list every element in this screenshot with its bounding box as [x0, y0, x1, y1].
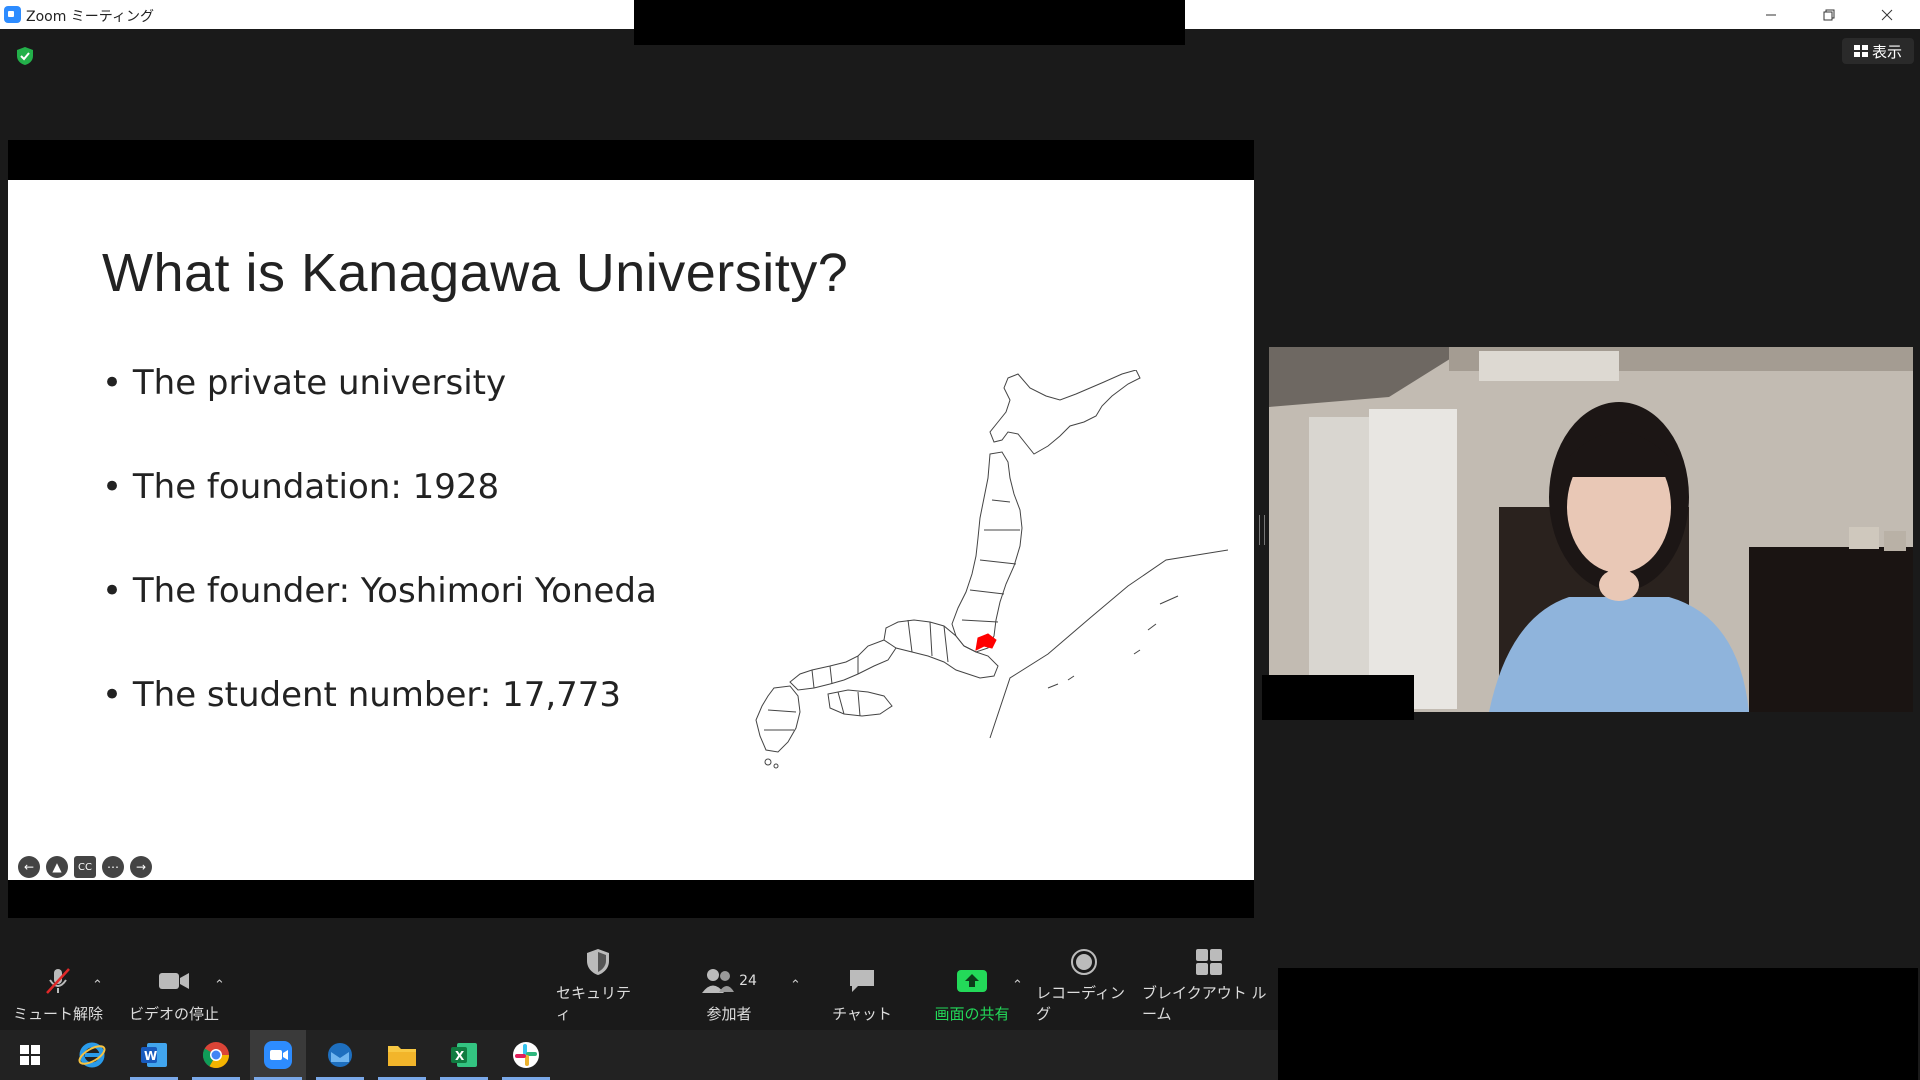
zoom-icon[interactable]	[250, 1030, 306, 1080]
breakout-rooms-icon	[1193, 948, 1225, 976]
windows-taskbar: W X	[0, 1030, 1278, 1080]
minimize-icon	[1766, 14, 1776, 15]
window-title: Zoom ミーティング	[26, 9, 154, 25]
recording-button[interactable]: レコーディング	[1036, 949, 1132, 1030]
slack-icon[interactable]	[498, 1030, 554, 1080]
slide-bullet: The private university	[102, 363, 506, 403]
chat-label: チャット	[832, 1005, 892, 1023]
captions-icon[interactable]: CC	[74, 856, 96, 878]
slide-title: What is Kanagawa University?	[102, 243, 849, 303]
slide-controls: ← ▲ CC ⋯ →	[18, 856, 152, 878]
breakout-rooms-button[interactable]: ブレイクアウト ルーム	[1142, 949, 1276, 1030]
restore-button[interactable]	[1800, 0, 1858, 29]
share-screen-label: 画面の共有	[934, 1005, 1010, 1023]
restore-icon	[1823, 9, 1835, 20]
slide-bullet: The student number: 17,773	[102, 675, 621, 715]
redacted-region	[1278, 968, 1918, 1080]
excel-icon[interactable]: X	[436, 1030, 492, 1080]
close-icon	[1881, 9, 1893, 20]
participants-button[interactable]: 24 参加者	[690, 958, 768, 1030]
next-slide-icon[interactable]: →	[130, 856, 152, 878]
participants-icon: 24	[699, 965, 759, 997]
outlook-icon[interactable]	[312, 1030, 368, 1080]
windows-start-icon[interactable]	[2, 1030, 58, 1080]
close-button[interactable]	[1858, 0, 1916, 29]
participants-count: 24	[739, 973, 757, 989]
record-icon	[1068, 948, 1100, 976]
previous-slide-icon[interactable]: ←	[18, 856, 40, 878]
share-letterbox-bottom	[8, 880, 1254, 918]
video-camera-icon	[158, 965, 190, 997]
unmute-button[interactable]: ミュート解除	[10, 958, 106, 1030]
breakout-rooms-label: ブレイクアウト ルーム	[1142, 984, 1267, 1023]
title-bar: Zoom ミーティング	[0, 0, 1920, 45]
panel-resize-handle[interactable]	[1259, 515, 1265, 545]
chat-button[interactable]: チャット	[820, 958, 904, 1030]
security-label: セキュリティ	[556, 984, 632, 1023]
shared-slide: What is Kanagawa University? The private…	[8, 180, 1254, 880]
slide-bullet: The foundation: 1928	[102, 467, 499, 507]
word-icon[interactable]: W	[126, 1030, 182, 1080]
share-screen-icon	[956, 965, 988, 997]
japan-map-image	[755, 370, 1228, 769]
participant-name-redacted	[1262, 675, 1414, 720]
share-screen-button[interactable]: 画面の共有	[924, 958, 1020, 1030]
chrome-icon[interactable]	[188, 1030, 244, 1080]
stop-video-button[interactable]: ビデオの停止	[124, 958, 224, 1030]
unmute-label: ミュート解除	[12, 1005, 103, 1023]
audio-options-caret[interactable]: ⌃	[92, 978, 103, 993]
participant-video	[1269, 347, 1913, 712]
recording-label: レコーディング	[1036, 984, 1125, 1023]
participants-options-caret[interactable]: ⌃	[790, 978, 801, 993]
zoom-app-icon	[4, 6, 21, 23]
view-label: 表示	[1871, 42, 1902, 61]
redacted-region	[634, 0, 1185, 45]
internet-explorer-icon[interactable]	[64, 1030, 120, 1080]
security-shield-icon	[582, 948, 614, 976]
share-letterbox-top	[8, 140, 1254, 180]
view-button[interactable]: 表示	[1842, 38, 1914, 64]
svg-text:X: X	[455, 1049, 465, 1063]
file-explorer-icon[interactable]	[374, 1030, 430, 1080]
video-options-caret[interactable]: ⌃	[214, 978, 225, 993]
slide-bullet: The founder: Yoshimori Yoneda	[102, 571, 657, 611]
minimize-button[interactable]	[1742, 0, 1800, 29]
pen-tool-icon[interactable]: ▲	[46, 856, 68, 878]
grid-view-icon	[1853, 45, 1868, 57]
kanagawa-highlight	[975, 633, 997, 651]
share-options-caret[interactable]: ⌃	[1012, 978, 1023, 993]
meeting-toolbar: ミュート解除 ⌃ ビデオの停止 ⌃ セキュリティ 24 参加者 ⌃ チャット 画…	[0, 949, 1278, 1030]
participants-label: 参加者	[706, 1005, 752, 1023]
more-options-icon[interactable]: ⋯	[102, 856, 124, 878]
chat-bubble-icon	[846, 965, 878, 997]
encryption-shield-icon[interactable]	[15, 46, 35, 66]
security-button[interactable]: セキュリティ	[556, 949, 640, 1030]
participant-video-frame	[1269, 347, 1913, 712]
stop-video-label: ビデオの停止	[128, 1005, 219, 1023]
muted-microphone-icon	[42, 965, 74, 997]
svg-text:W: W	[144, 1049, 157, 1063]
